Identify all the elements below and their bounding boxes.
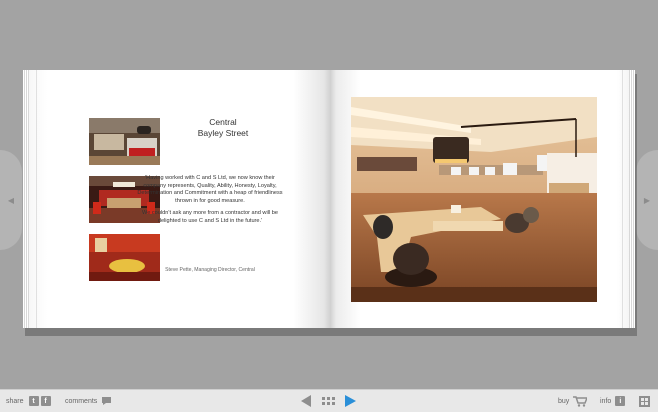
buy-button[interactable]: buy [558, 390, 588, 412]
thumbnail-meeting-room [89, 234, 160, 281]
comments-label: comments [65, 397, 98, 405]
previous-page-button[interactable] [301, 390, 312, 412]
project-title-line2: Bayley Street [197, 128, 249, 138]
info-icon: i [615, 396, 626, 406]
thumbnail-reception [89, 118, 160, 165]
previous-page-icon [301, 395, 312, 407]
info-button[interactable]: info i [600, 390, 626, 412]
grid-view-icon [322, 396, 335, 406]
office-photo [351, 97, 597, 302]
page-margin-line [622, 70, 623, 328]
comment-bubble-icon [101, 396, 112, 406]
fullscreen-button[interactable] [639, 390, 650, 412]
photo-book: Central Bayley Street 'Having worked wit… [23, 70, 637, 336]
share-group: share t f [6, 390, 51, 412]
facebook-icon[interactable]: f [40, 396, 51, 406]
left-page-edge [23, 70, 29, 328]
testimonial-quote: 'Having worked with C and S Ltd, we now … [137, 175, 283, 229]
grid-view-button[interactable] [322, 390, 335, 412]
fullscreen-icon [639, 395, 650, 407]
quote-paragraph-1: 'Having worked with C and S Ltd, we now … [137, 175, 283, 205]
previous-spread-arrow[interactable]: ◀ [0, 150, 22, 250]
next-page-icon [345, 395, 356, 407]
share-label: share [6, 397, 24, 405]
right-arrow-icon: ▶ [643, 195, 651, 205]
info-label: info [600, 397, 612, 405]
project-title-line1: Central [209, 117, 237, 127]
left-page[interactable]: Central Bayley Street 'Having worked wit… [23, 70, 330, 328]
left-arrow-icon: ◀ [7, 195, 15, 205]
page-margin-line [36, 70, 37, 328]
buy-label: buy [558, 397, 570, 405]
bottom-toolbar: share t f comments buy info i [0, 389, 658, 412]
comments-button[interactable]: comments [65, 390, 112, 412]
testimonial-signature: Steve Pette, Managing Director, Central [165, 267, 255, 273]
quote-paragraph-2: We couldn't ask any more from a contract… [142, 209, 278, 224]
right-page-edge [629, 70, 635, 328]
next-page-button[interactable] [345, 390, 356, 412]
shopping-cart-icon [573, 395, 588, 407]
next-spread-arrow[interactable]: ▶ [636, 150, 658, 250]
project-title: Central Bayley Street [173, 117, 273, 139]
twitter-icon[interactable]: t [28, 396, 39, 406]
